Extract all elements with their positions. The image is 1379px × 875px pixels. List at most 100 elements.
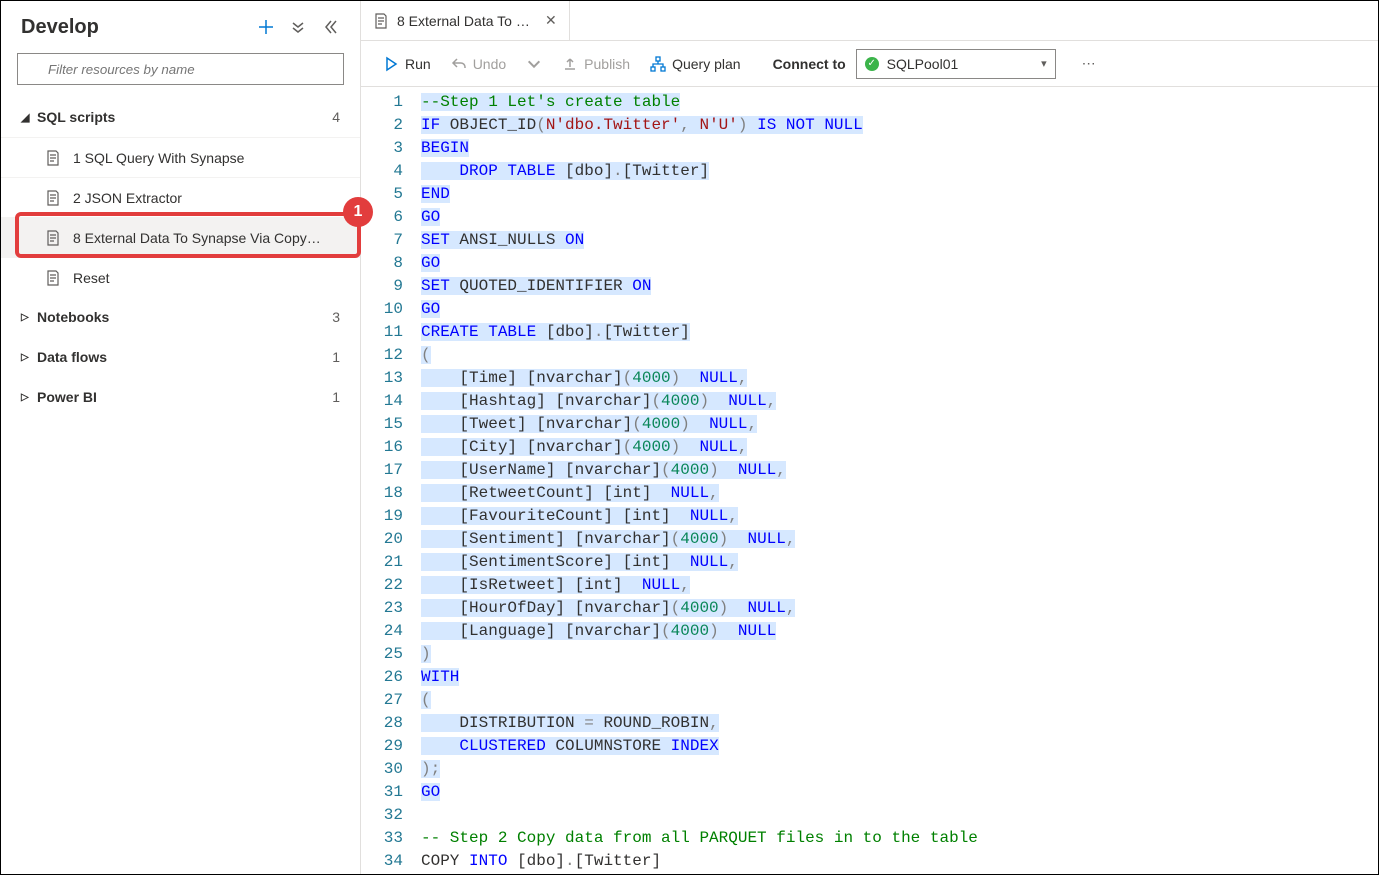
tree-group-sql[interactable]: ◢SQL scripts4 [1,97,360,137]
line-number: 29 [361,735,403,758]
code-line: -- Step 2 Copy data from all PARQUET fil… [421,827,1378,850]
tab-close-button[interactable]: ✕ [545,12,557,29]
chevron-down-icon [526,56,542,72]
line-number: 21 [361,551,403,574]
code-editor[interactable]: 1234567891011121314151617181920212223242… [361,87,1378,874]
code-line [421,804,1378,827]
code-line: ); [421,758,1378,781]
develop-sidebar: Develop ◢SQL scripts41 SQL Query With Sy… [1,1,361,874]
code-line: DISTRIBUTION = ROUND_ROBIN, [421,712,1378,735]
resource-tree: ◢SQL scripts41 SQL Query With Synapse2 J… [1,97,360,425]
line-number: 16 [361,436,403,459]
line-number: 12 [361,344,403,367]
code-line: SET ANSI_NULLS ON [421,229,1378,252]
connect-to-value: SQLPool01 [887,56,959,72]
code-line: CREATE TABLE [dbo].[Twitter] [421,321,1378,344]
connect-to-dropdown[interactable]: ✓ SQLPool01 ▾ [856,49,1056,79]
add-button[interactable] [252,13,280,41]
code-line: [Tweet] [nvarchar](4000) NULL, [421,413,1378,436]
sidebar-title: Develop [21,16,248,39]
line-number: 14 [361,390,403,413]
tree-group-notebooks[interactable]: ▷Notebooks3 [1,297,360,337]
tree-group-dataflows[interactable]: ▷Data flows1 [1,337,360,377]
code-line: GO [421,252,1378,275]
line-number: 34 [361,850,403,873]
line-number-gutter: 1234567891011121314151617181920212223242… [361,87,421,874]
line-number: 7 [361,229,403,252]
tree-item-label: Reset [73,270,110,286]
tab-label: 8 External Data To Sy… [397,13,537,29]
code-line: [FavouriteCount] [int] NULL, [421,505,1378,528]
line-number: 18 [361,482,403,505]
tab-sql-script[interactable]: 8 External Data To Sy… ✕ [361,1,570,40]
tree-group-label: Power BI [37,389,332,405]
tree-group-count: 1 [332,389,344,405]
plus-icon [258,19,274,35]
chevron-right-icon: ▷ [21,392,37,403]
line-number: 26 [361,666,403,689]
line-number: 9 [361,275,403,298]
tree-item-label: 8 External Data To Synapse Via Copy… [73,230,321,246]
line-number: 33 [361,827,403,850]
line-number: 15 [361,413,403,436]
expand-all-button[interactable] [284,13,312,41]
line-number: 20 [361,528,403,551]
chevron-right-icon: ▷ [21,352,37,363]
run-button[interactable]: Run [375,48,439,80]
tree-group-count: 3 [332,309,344,325]
sql-script-icon [45,230,65,246]
collapse-sidebar-button[interactable] [316,13,344,41]
line-number: 17 [361,459,403,482]
code-line: [Time] [nvarchar](4000) NULL, [421,367,1378,390]
tree-item[interactable]: 2 JSON Extractor [1,177,360,217]
code-line: --Step 1 Let's create table [421,91,1378,114]
line-number: 30 [361,758,403,781]
line-number: 3 [361,137,403,160]
queryplan-icon [650,56,666,72]
code-line: WITH [421,666,1378,689]
tree-item[interactable]: 8 External Data To Synapse Via Copy… [1,217,360,257]
line-number: 32 [361,804,403,827]
sql-script-icon [45,150,65,166]
connect-to-label: Connect to [773,56,846,72]
line-number: 24 [361,620,403,643]
queryplan-button[interactable]: Query plan [642,48,748,80]
line-number: 5 [361,183,403,206]
undo-dropdown[interactable] [518,48,550,80]
code-line: [RetweetCount] [int] NULL, [421,482,1378,505]
line-number: 4 [361,160,403,183]
publish-icon [562,56,578,72]
code-line: CLUSTERED COLUMNSTORE INDEX [421,735,1378,758]
code-line: ( [421,689,1378,712]
chevron-down-icon: ◢ [21,111,37,124]
line-number: 31 [361,781,403,804]
chevron-right-icon: ▷ [21,312,37,323]
code-line: [UserName] [nvarchar](4000) NULL, [421,459,1378,482]
line-number: 2 [361,114,403,137]
tab-bar: 8 External Data To Sy… ✕ [361,1,1378,41]
tree-group-label: Data flows [37,349,332,365]
code-line: GO [421,206,1378,229]
code-line: IF OBJECT_ID(N'dbo.Twitter', N'U') IS NO… [421,114,1378,137]
line-number: 10 [361,298,403,321]
tree-group-powerbi[interactable]: ▷Power BI1 [1,377,360,417]
more-actions-button[interactable]: ⋯ [1076,55,1104,72]
code-line: [Sentiment] [nvarchar](4000) NULL, [421,528,1378,551]
code-line: ( [421,344,1378,367]
tree-item[interactable]: 1 SQL Query With Synapse [1,137,360,177]
line-number: 8 [361,252,403,275]
code-content[interactable]: --Step 1 Let's create tableIF OBJECT_ID(… [421,87,1378,874]
code-line: ) [421,643,1378,666]
publish-button[interactable]: Publish [554,48,638,80]
line-number: 6 [361,206,403,229]
sql-script-icon [45,190,65,206]
tree-item[interactable]: Reset [1,257,360,297]
undo-button[interactable]: Undo [443,48,514,80]
code-line: SET QUOTED_IDENTIFIER ON [421,275,1378,298]
undo-icon [451,56,467,72]
tree-group-label: SQL scripts [37,109,332,125]
sql-script-icon [373,13,389,29]
filter-input[interactable] [17,53,344,85]
code-line: [SentimentScore] [int] NULL, [421,551,1378,574]
line-number: 25 [361,643,403,666]
